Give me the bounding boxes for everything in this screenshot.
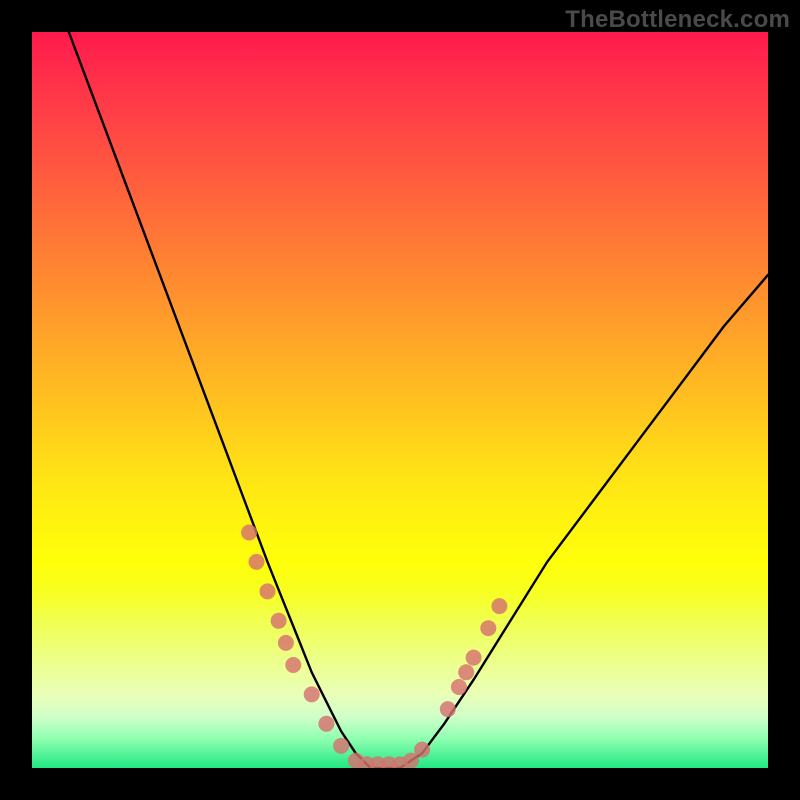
chart-frame: TheBottleneck.com [0,0,800,800]
data-point [480,620,496,636]
data-point [241,525,257,541]
data-point [260,583,276,599]
data-point [278,635,294,651]
bottleneck-curve [69,32,768,768]
chart-svg [32,32,768,768]
data-point [451,679,467,695]
data-point [466,650,482,666]
data-markers [241,525,507,769]
data-point [271,613,287,629]
data-point [491,598,507,614]
data-point [333,738,349,754]
plot-area [32,32,768,768]
data-point [414,742,430,758]
data-point [318,716,334,732]
data-point [440,701,456,717]
data-point [249,554,265,570]
data-point [458,664,474,680]
watermark-text: TheBottleneck.com [565,6,790,34]
data-point [285,657,301,673]
data-point [304,686,320,702]
